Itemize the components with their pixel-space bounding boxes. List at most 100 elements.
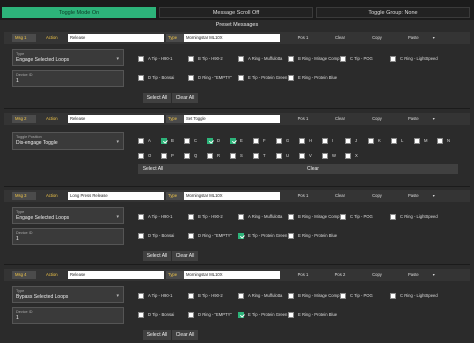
letter-label-g: G — [286, 138, 290, 143]
letter-checkbox-r[interactable] — [207, 153, 213, 159]
loop-checkbox[interactable] — [288, 312, 294, 318]
device-id-field[interactable]: Device ID 1 — [12, 70, 124, 87]
action-input[interactable]: Release — [68, 34, 164, 42]
loop-checkbox[interactable] — [138, 293, 144, 299]
paste-dropdown[interactable]: Paste ▾ — [400, 192, 460, 200]
letter-checkbox-f[interactable] — [253, 138, 259, 144]
loop-checkbox[interactable] — [188, 56, 194, 62]
loop-checkbox[interactable] — [138, 214, 144, 220]
copy-button[interactable]: Copy — [362, 34, 392, 42]
loop-checkbox[interactable] — [390, 56, 396, 62]
letter-checkbox-o[interactable] — [138, 153, 144, 159]
loop-checkbox[interactable] — [238, 293, 244, 299]
device-id-label: Device ID — [16, 310, 33, 314]
letter-label-e: E — [240, 138, 243, 143]
loop-checkbox[interactable] — [288, 233, 294, 239]
clear-all-button[interactable]: Clear All — [172, 251, 198, 261]
letter-checkbox-v[interactable] — [299, 153, 305, 159]
letter-checkbox-m[interactable] — [414, 138, 420, 144]
letter-checkbox-h[interactable] — [299, 138, 305, 144]
type-select[interactable]: Morningstar ML10X — [184, 192, 280, 200]
loop-checkbox[interactable] — [288, 56, 294, 62]
action-input[interactable]: Release — [68, 271, 164, 279]
loop-checkbox[interactable] — [138, 56, 144, 62]
letter-checkbox-b[interactable] — [161, 138, 167, 144]
clear-button[interactable]: Clear — [325, 192, 355, 200]
letter-checkbox-c[interactable] — [184, 138, 190, 144]
letter-checkbox-t[interactable] — [253, 153, 259, 159]
mode-select[interactable]: Type Bypass Selected Loops ▾ — [12, 286, 124, 303]
letter-checkbox-l[interactable] — [391, 138, 397, 144]
letter-checkbox-n[interactable] — [437, 138, 443, 144]
tab-message-scroll[interactable]: Message Scroll Off — [159, 7, 313, 18]
loop-checkbox[interactable] — [188, 75, 194, 81]
loop-checkbox[interactable] — [288, 293, 294, 299]
clear-button[interactable]: Clear — [325, 34, 355, 42]
loop-checkbox[interactable] — [188, 312, 194, 318]
letter-checkbox-u[interactable] — [276, 153, 282, 159]
clear-button[interactable]: Pos 2 — [325, 271, 355, 279]
device-id-label: Device ID — [16, 73, 33, 77]
letter-checkbox-k[interactable] — [368, 138, 374, 144]
loop-checkbox[interactable] — [390, 293, 396, 299]
copy-button[interactable]: Copy — [362, 192, 392, 200]
copy-button[interactable]: Copy — [362, 115, 392, 123]
select-all-button[interactable]: Select All — [143, 330, 171, 340]
letter-checkbox-p[interactable] — [161, 153, 167, 159]
paste-dropdown[interactable]: Paste ▾ — [400, 271, 460, 279]
clear-button[interactable]: Clear — [168, 164, 458, 174]
letter-checkbox-g[interactable] — [276, 138, 282, 144]
loop-checkbox[interactable] — [288, 214, 294, 220]
clear-all-button[interactable]: Clear All — [172, 93, 198, 103]
pos-button[interactable]: Pos 1 — [288, 271, 318, 279]
loop-checkbox[interactable] — [340, 293, 346, 299]
loop-checkbox[interactable] — [238, 312, 244, 318]
letter-checkbox-j[interactable] — [345, 138, 351, 144]
tab-toggle-mode[interactable]: Toggle Mode On — [2, 7, 156, 18]
pos-button[interactable]: Pos 1 — [288, 115, 318, 123]
device-id-field[interactable]: Device ID 1 — [12, 307, 124, 324]
letter-checkbox-a[interactable] — [138, 138, 144, 144]
select-all-button[interactable]: Select All — [143, 93, 171, 103]
loop-checkbox[interactable] — [340, 56, 346, 62]
toggle-position-select[interactable]: Toggle Position Dis-engage Toggle ▾ — [12, 132, 124, 150]
loop-checkbox[interactable] — [238, 75, 244, 81]
letter-checkbox-x[interactable] — [345, 153, 351, 159]
type-select[interactable]: Set Toggle — [184, 115, 280, 123]
loop-checkbox[interactable] — [238, 233, 244, 239]
pos-button[interactable]: Pos 1 — [288, 34, 318, 42]
loop-checkbox[interactable] — [238, 56, 244, 62]
clear-button[interactable]: Clear — [325, 115, 355, 123]
loop-checkbox[interactable] — [188, 214, 194, 220]
type-select[interactable]: Morningstar ML10X — [184, 34, 280, 42]
paste-dropdown[interactable]: Paste ▾ — [400, 115, 460, 123]
mode-select[interactable]: Type Engage Selected Loops ▾ — [12, 49, 124, 66]
letter-checkbox-d[interactable] — [207, 138, 213, 144]
letter-checkbox-s[interactable] — [230, 153, 236, 159]
loop-checkbox[interactable] — [390, 214, 396, 220]
letter-checkbox-e[interactable] — [230, 138, 236, 144]
action-input[interactable]: Long Press Release — [68, 192, 164, 200]
mode-select[interactable]: Type Engage Selected Loops ▾ — [12, 207, 124, 224]
loop-checkbox[interactable] — [138, 233, 144, 239]
letter-checkbox-q[interactable] — [184, 153, 190, 159]
loop-checkbox[interactable] — [138, 75, 144, 81]
loop-checkbox[interactable] — [188, 293, 194, 299]
loop-checkbox[interactable] — [340, 214, 346, 220]
letter-checkbox-w[interactable] — [322, 153, 328, 159]
paste-dropdown[interactable]: Paste ▾ — [400, 34, 460, 42]
loop-checkbox[interactable] — [138, 312, 144, 318]
type-select[interactable]: Morningstar ML10X — [184, 271, 280, 279]
pos-button[interactable]: Pos 1 — [288, 192, 318, 200]
select-all-button[interactable]: Select All — [138, 164, 168, 174]
copy-button[interactable]: Copy — [362, 271, 392, 279]
loop-checkbox[interactable] — [188, 233, 194, 239]
action-input[interactable]: Release — [68, 115, 164, 123]
clear-all-button[interactable]: Clear All — [172, 330, 198, 340]
letter-checkbox-i[interactable] — [322, 138, 328, 144]
select-all-button[interactable]: Select All — [143, 251, 171, 261]
device-id-field[interactable]: Device ID 1 — [12, 228, 124, 245]
loop-checkbox[interactable] — [238, 214, 244, 220]
loop-checkbox[interactable] — [288, 75, 294, 81]
tab-toggle-group[interactable]: Toggle Group: None — [316, 7, 470, 18]
